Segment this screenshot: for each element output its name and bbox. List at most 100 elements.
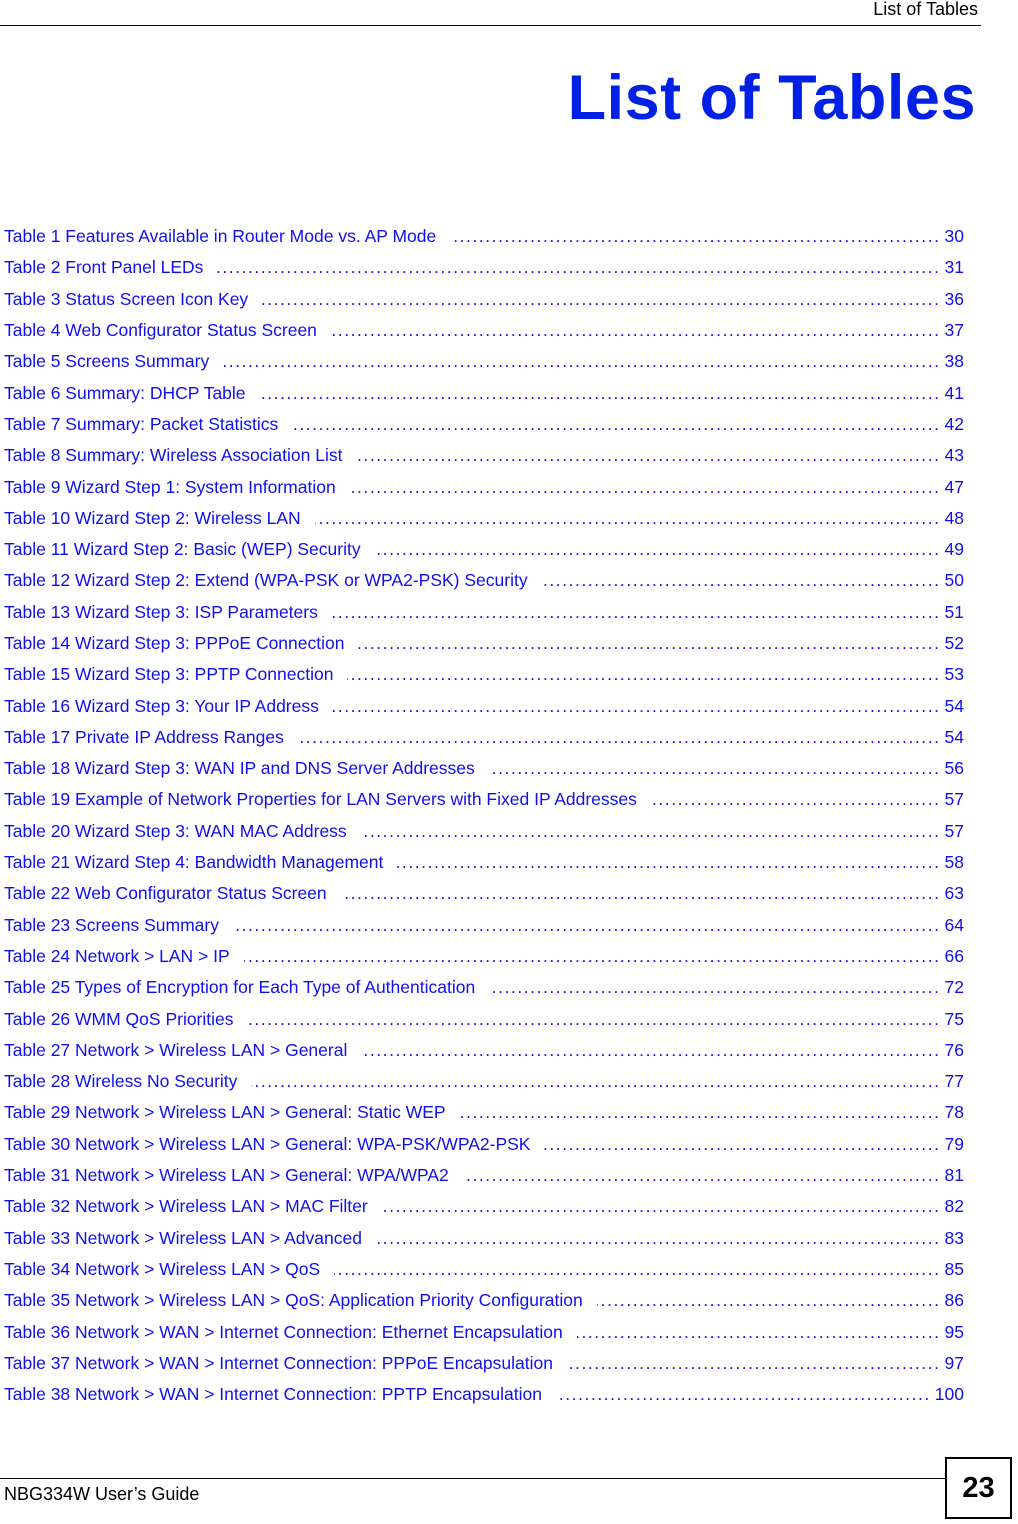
toc-entry-page: 49 <box>944 539 964 560</box>
toc-entry[interactable]: Table 17 Private IP Address Ranges......… <box>4 722 964 753</box>
toc-dot-leader: ........................................… <box>544 1133 941 1154</box>
page-number: 23 <box>962 1471 995 1504</box>
toc-entry[interactable]: Table 19 Example of Network Properties f… <box>4 784 964 815</box>
toc-entry[interactable]: Table 37 Network > WAN > Internet Connec… <box>4 1348 964 1379</box>
toc-entry[interactable]: Table 9 Wizard Step 1: System Informatio… <box>4 471 964 502</box>
toc-entry-page: 56 <box>944 758 964 779</box>
toc-entry-title: Table 34 Network > Wireless LAN > QoS <box>4 1258 321 1279</box>
running-header: List of Tables <box>873 0 978 19</box>
toc-entry-page: 58 <box>944 852 964 873</box>
toc-entry-title: Table 22 Web Configurator Status Screen <box>4 883 327 904</box>
toc-entry-title: Table 1 Features Available in Router Mod… <box>4 226 437 247</box>
toc-dot-leader: ........................................… <box>597 1290 941 1311</box>
toc-entry[interactable]: Table 29 Network > Wireless LAN > Genera… <box>4 1097 964 1128</box>
toc-entry-page: 66 <box>944 945 964 966</box>
toc-entry[interactable]: Table 22 Web Configurator Status Screen.… <box>4 878 964 909</box>
toc-entry[interactable]: Table 8 Summary: Wireless Association Li… <box>4 440 964 471</box>
toc-entry[interactable]: Table 20 Wizard Step 3: WAN MAC Address.… <box>4 816 964 847</box>
toc-dot-leader: ........................................… <box>233 914 941 935</box>
toc-entry-title: Table 32 Network > Wireless LAN > MAC Fi… <box>4 1196 368 1217</box>
toc-entry[interactable]: Table 6 Summary: DHCP Table.............… <box>4 377 964 408</box>
toc-entry[interactable]: Table 14 Wizard Step 3: PPPoE Connection… <box>4 628 964 659</box>
toc-entry[interactable]: Table 15 Wizard Step 3: PPTP Connection.… <box>4 659 964 690</box>
toc-entry-page: 41 <box>944 382 964 403</box>
footer-rule <box>0 1478 945 1479</box>
toc-dot-leader: ........................................… <box>292 413 941 434</box>
toc-dot-leader: ........................................… <box>651 789 941 810</box>
header-rule <box>0 25 981 26</box>
toc-entry[interactable]: Table 24 Network > LAN > IP.............… <box>4 941 964 972</box>
toc-entry-page: 72 <box>944 977 964 998</box>
toc-entry[interactable]: Table 13 Wizard Step 3: ISP Parameters..… <box>4 597 964 628</box>
toc-entry[interactable]: Table 36 Network > WAN > Internet Connec… <box>4 1316 964 1347</box>
toc-entry[interactable]: Table 5 Screens Summary.................… <box>4 346 964 377</box>
toc-entry-title: Table 7 Summary: Packet Statistics <box>4 413 279 434</box>
toc-entry[interactable]: Table 2 Front Panel LEDs................… <box>4 252 964 283</box>
toc-dot-leader: ........................................… <box>361 1039 941 1060</box>
toc-entry[interactable]: Table 10 Wizard Step 2: Wireless LAN....… <box>4 503 964 534</box>
toc-entry[interactable]: Table 11 Wizard Step 2: Basic (WEP) Secu… <box>4 534 964 565</box>
toc-entry[interactable]: Table 26 WMM QoS Priorities.............… <box>4 1003 964 1034</box>
toc-entry[interactable]: Table 1 Features Available in Router Mod… <box>4 221 964 252</box>
toc-entry[interactable]: Table 27 Network > Wireless LAN > Genera… <box>4 1035 964 1066</box>
toc-entry[interactable]: Table 28 Wireless No Security...........… <box>4 1066 964 1097</box>
toc-entry[interactable]: Table 7 Summary: Packet Statistics......… <box>4 409 964 440</box>
toc-entry-title: Table 5 Screens Summary <box>4 351 210 372</box>
toc-entry-page: 83 <box>944 1227 964 1248</box>
toc-entry[interactable]: Table 4 Web Configurator Status Screen..… <box>4 315 964 346</box>
toc-entry-title: Table 16 Wizard Step 3: Your IP Address <box>4 695 319 716</box>
toc-dot-leader: ........................................… <box>248 1008 941 1029</box>
toc-entry[interactable]: Table 12 Wizard Step 2: Extend (WPA-PSK … <box>4 565 964 596</box>
toc-entry[interactable]: Table 38 Network > WAN > Internet Connec… <box>4 1379 964 1410</box>
toc-dot-leader: ........................................… <box>347 664 941 685</box>
toc-entry-title: Table 33 Network > Wireless LAN > Advanc… <box>4 1227 362 1248</box>
toc-dot-leader: ........................................… <box>555 1384 931 1405</box>
toc-dot-leader: ........................................… <box>331 320 941 341</box>
toc-entry[interactable]: Table 25 Types of Encryption for Each Ty… <box>4 972 964 1003</box>
toc-entry-title: Table 11 Wizard Step 2: Basic (WEP) Secu… <box>4 539 361 560</box>
toc-entry-title: Table 37 Network > WAN > Internet Connec… <box>4 1352 553 1373</box>
toc-dot-leader: ........................................… <box>450 226 941 247</box>
toc-dot-leader: ........................................… <box>332 695 941 716</box>
toc-entry-title: Table 31 Network > Wireless LAN > Genera… <box>4 1165 449 1186</box>
toc-dot-leader: ........................................… <box>542 570 941 591</box>
toc-dot-leader: ........................................… <box>298 726 941 747</box>
toc-dot-leader: ........................................… <box>259 382 941 403</box>
toc-entry[interactable]: Table 30 Network > Wireless LAN > Genera… <box>4 1129 964 1160</box>
toc-entry[interactable]: Table 3 Status Screen Icon Key..........… <box>4 284 964 315</box>
toc-entry[interactable]: Table 16 Wizard Step 3: Your IP Address.… <box>4 690 964 721</box>
toc-dot-leader: ........................................… <box>334 1258 941 1279</box>
toc-entry[interactable]: Table 33 Network > Wireless LAN > Advanc… <box>4 1223 964 1254</box>
toc-entry[interactable]: Table 18 Wizard Step 3: WAN IP and DNS S… <box>4 753 964 784</box>
toc-entry-title: Table 38 Network > WAN > Internet Connec… <box>4 1384 542 1405</box>
toc-entry-page: 79 <box>944 1133 964 1154</box>
toc-dot-leader: ........................................… <box>382 1196 941 1217</box>
toc-dot-leader: ........................................… <box>341 883 941 904</box>
toc-entry-title: Table 27 Network > Wireless LAN > Genera… <box>4 1039 348 1060</box>
toc-dot-leader: ........................................… <box>376 1227 941 1248</box>
toc-entry-page: 64 <box>944 914 964 935</box>
toc-entry-page: 51 <box>944 601 964 622</box>
toc-dot-leader: ........................................… <box>489 977 941 998</box>
toc-entry-page: 43 <box>944 445 964 466</box>
toc-entry-page: 48 <box>944 507 964 528</box>
toc-entry-page: 52 <box>944 633 964 653</box>
toc-entry-title: Table 36 Network > WAN > Internet Connec… <box>4 1321 563 1342</box>
footer-guide-name: NBG334W User’s Guide <box>4 1484 200 1504</box>
toc-entry-title: Table 12 Wizard Step 2: Extend (WPA-PSK … <box>4 570 528 591</box>
toc-entry[interactable]: Table 23 Screens Summary................… <box>4 910 964 941</box>
toc-entry-title: Table 9 Wizard Step 1: System Informatio… <box>4 476 336 497</box>
toc-entry-title: Table 6 Summary: DHCP Table <box>4 382 246 403</box>
toc-dot-leader: ........................................… <box>251 1071 941 1092</box>
toc-dot-leader: ........................................… <box>375 539 941 560</box>
toc-entry[interactable]: Table 35 Network > Wireless LAN > QoS: A… <box>4 1285 964 1316</box>
toc-entry-title: Table 13 Wizard Step 3: ISP Parameters <box>4 601 318 622</box>
toc-entry[interactable]: Table 21 Wizard Step 4: Bandwidth Manage… <box>4 847 964 878</box>
toc-entry-page: 85 <box>944 1258 964 1279</box>
toc-entry[interactable]: Table 34 Network > Wireless LAN > QoS...… <box>4 1254 964 1285</box>
toc-entry-title: Table 35 Network > Wireless LAN > QoS: A… <box>4 1290 583 1311</box>
toc-entry[interactable]: Table 32 Network > Wireless LAN > MAC Fi… <box>4 1191 964 1222</box>
toc-entry-title: Table 15 Wizard Step 3: PPTP Connection <box>4 664 334 685</box>
toc-dot-leader: ........................................… <box>244 945 941 966</box>
toc-entry[interactable]: Table 31 Network > Wireless LAN > Genera… <box>4 1160 964 1191</box>
